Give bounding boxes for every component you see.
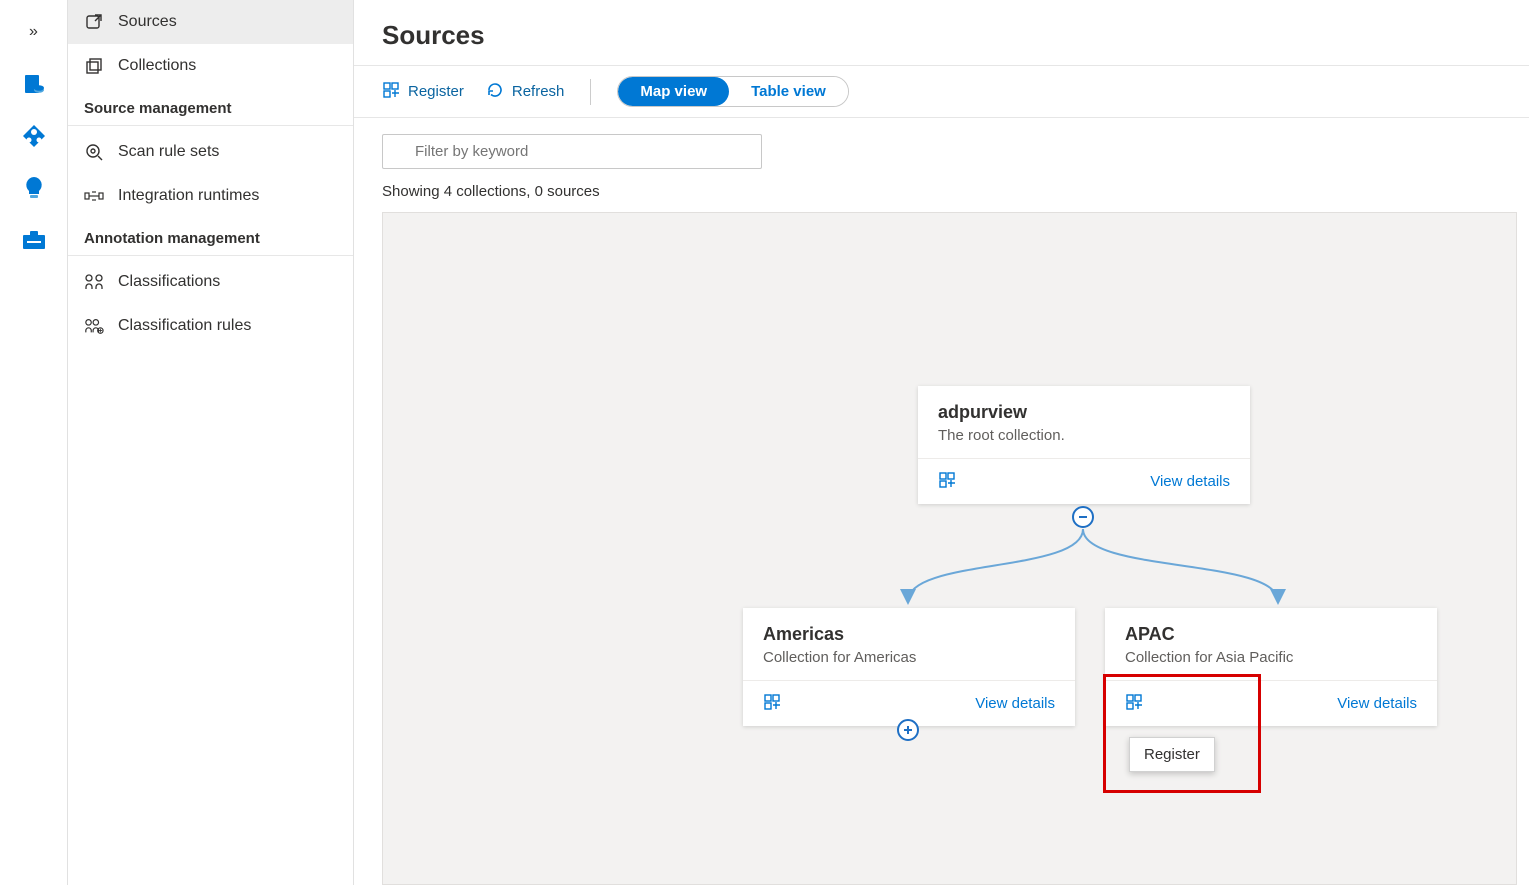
lightbulb-icon — [23, 175, 45, 201]
sidebar-item-label: Classifications — [118, 273, 220, 291]
rail-insights[interactable] — [20, 174, 48, 202]
main-content: Sources Register Refresh Map view Table … — [354, 0, 1529, 885]
card-subtitle: Collection for Asia Pacific — [1125, 649, 1417, 666]
view-details-link[interactable]: View details — [1150, 473, 1230, 490]
refresh-label: Refresh — [512, 83, 565, 100]
toolbar-divider — [590, 79, 591, 105]
sidebar: Sources Collections Source management Sc… — [68, 0, 354, 885]
collection-card-root[interactable]: adpurview The root collection. View deta… — [918, 386, 1250, 504]
toolbar: Register Refresh Map view Table view — [354, 65, 1529, 118]
chevron-double-right-icon: » — [29, 23, 38, 41]
sidebar-item-classifications[interactable]: Classifications — [68, 260, 353, 304]
register-icon — [382, 81, 400, 103]
table-view-toggle[interactable]: Table view — [729, 77, 848, 106]
sources-icon — [84, 12, 104, 32]
sidebar-item-label: Scan rule sets — [118, 143, 219, 161]
card-subtitle: The root collection. — [938, 427, 1230, 444]
register-tooltip: Register — [1129, 737, 1215, 772]
collections-icon — [84, 56, 104, 76]
sidebar-item-integration-runtimes[interactable]: Integration runtimes — [68, 174, 353, 218]
card-register-icon[interactable] — [763, 693, 781, 714]
map-canvas[interactable]: adpurview The root collection. View deta… — [382, 212, 1517, 885]
expand-nav-button[interactable]: » — [20, 18, 48, 46]
runtime-icon — [84, 186, 104, 206]
classification-rules-icon — [84, 316, 104, 336]
view-details-link[interactable]: View details — [1337, 695, 1417, 712]
toolbox-icon — [21, 229, 47, 251]
filter-input[interactable] — [382, 134, 762, 169]
card-subtitle: Collection for Americas — [763, 649, 1055, 666]
collection-card-apac[interactable]: APAC Collection for Asia Pacific View de… — [1105, 608, 1437, 726]
scan-icon — [84, 142, 104, 162]
sidebar-item-label: Sources — [118, 13, 177, 31]
sidebar-item-classification-rules[interactable]: Classification rules — [68, 304, 353, 348]
collapse-node-button[interactable] — [1072, 506, 1094, 528]
rail-data-catalog[interactable] — [20, 70, 48, 98]
refresh-icon — [486, 81, 504, 103]
sidebar-item-label: Integration runtimes — [118, 187, 259, 205]
refresh-button[interactable]: Refresh — [486, 81, 565, 103]
rail-management[interactable] — [20, 226, 48, 254]
rail-data-map[interactable] — [20, 122, 48, 150]
register-button[interactable]: Register — [382, 81, 464, 103]
sidebar-item-label: Classification rules — [118, 317, 251, 335]
sidebar-item-sources[interactable]: Sources — [68, 0, 353, 44]
map-view-toggle[interactable]: Map view — [618, 77, 729, 106]
expand-node-button[interactable] — [897, 719, 919, 741]
register-label: Register — [408, 83, 464, 100]
status-line: Showing 4 collections, 0 sources — [354, 179, 1529, 212]
card-title: APAC — [1125, 624, 1417, 645]
sidebar-item-collections[interactable]: Collections — [68, 44, 353, 88]
tooltip-label: Register — [1144, 746, 1200, 763]
card-register-icon[interactable] — [1125, 693, 1143, 714]
view-toggle: Map view Table view — [617, 76, 848, 107]
view-details-link[interactable]: View details — [975, 695, 1055, 712]
sidebar-section-annotation-mgmt: Annotation management — [68, 218, 353, 256]
filter-row — [354, 118, 1529, 179]
collection-card-americas[interactable]: Americas Collection for Americas View de… — [743, 608, 1075, 726]
card-title: adpurview — [938, 402, 1230, 423]
database-icon — [22, 72, 46, 96]
sidebar-section-source-mgmt: Source management — [68, 88, 353, 126]
sidebar-item-scan-rule-sets[interactable]: Scan rule sets — [68, 130, 353, 174]
icon-rail: » — [0, 0, 68, 885]
map-icon — [21, 123, 47, 149]
page-title: Sources — [354, 0, 1529, 65]
card-register-icon[interactable] — [938, 471, 956, 492]
connector-lines — [383, 213, 1517, 885]
classifications-icon — [84, 272, 104, 292]
sidebar-item-label: Collections — [118, 57, 196, 75]
card-title: Americas — [763, 624, 1055, 645]
